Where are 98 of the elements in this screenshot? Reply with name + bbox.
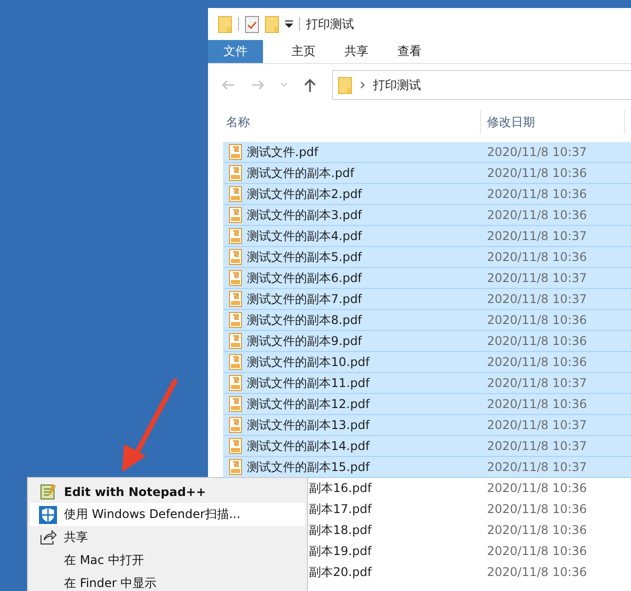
file-date: 2020/11/8 10:36 (487, 208, 587, 222)
file-row[interactable]: 测试文件的副本6.pdf 2020/11/8 10:37 (223, 268, 631, 289)
file-date: 2020/11/8 10:37 (487, 418, 587, 432)
pdf-file-icon (228, 165, 242, 181)
pdf-file-icon (228, 333, 242, 349)
file-name: 副本19.pdf (309, 542, 373, 560)
file-row[interactable]: 测试文件的副本10.pdf 2020/11/8 10:36 (223, 352, 631, 373)
file-name: 测试文件的副本2.pdf (247, 186, 364, 202)
pdf-file-icon (228, 291, 242, 307)
file-row[interactable]: 测试文件的副本3.pdf 2020/11/8 10:36 (223, 205, 631, 226)
file-name: 测试文件.pdf (247, 144, 320, 160)
file-date: 2020/11/8 10:36 (487, 544, 587, 558)
file-date: 2020/11/8 10:36 (487, 187, 587, 201)
file-date: 2020/11/8 10:37 (487, 145, 587, 159)
address-path: 打印测试 (373, 76, 421, 94)
file-row[interactable]: 测试文件的副本12.pdf 2020/11/8 10:36 (223, 394, 631, 415)
file-date: 2020/11/8 10:36 (487, 313, 587, 327)
folder-icon (338, 76, 352, 94)
file-date: 2020/11/8 10:36 (487, 334, 587, 348)
file-name: 测试文件的副本15.pdf (247, 458, 371, 476)
ribbon-tab[interactable]: 共享 (330, 40, 383, 63)
file-name: 副本20.pdf (309, 564, 373, 580)
pdf-file-icon (228, 396, 242, 412)
pdf-file-icon (228, 249, 242, 265)
menu-item[interactable]: 共享 (30, 526, 305, 549)
file-date: 2020/11/8 10:37 (487, 439, 587, 453)
pdf-file-icon (228, 312, 242, 328)
pdf-file-icon (228, 354, 242, 370)
file-row[interactable]: 测试文件的副本.pdf 2020/11/8 10:36 (223, 163, 631, 184)
pdf-file-icon (228, 270, 242, 286)
pdf-file-icon (228, 417, 242, 433)
file-row[interactable]: 测试文件.pdf 2020/11/8 10:37 (223, 142, 631, 163)
pdf-file-icon (228, 144, 242, 160)
pdf-file-icon (228, 438, 242, 454)
window-title: 打印测试 (306, 16, 354, 32)
file-date: 2020/11/8 10:37 (487, 460, 587, 474)
file-name: 测试文件的副本12.pdf (247, 396, 371, 412)
pdf-file-icon (228, 186, 242, 202)
column-header[interactable]: 修改日期 (481, 110, 625, 134)
file-row[interactable]: 测试文件的副本13.pdf 2020/11/8 10:37 (223, 415, 631, 436)
file-date: 2020/11/8 10:37 (487, 229, 587, 243)
ribbon-tab[interactable]: 查看 (383, 40, 436, 63)
file-row[interactable]: 测试文件的副本8.pdf 2020/11/8 10:36 (223, 310, 631, 331)
file-date: 2020/11/8 10:36 (487, 481, 587, 495)
file-name: 测试文件的副本6.pdf (247, 270, 364, 286)
file-name: 测试文件的副本10.pdf (247, 354, 371, 370)
file-name: 副本18.pdf (309, 522, 373, 538)
pdf-file-icon (228, 207, 242, 223)
file-date: 2020/11/8 10:36 (487, 397, 587, 411)
menu-item[interactable]: 在 Mac 中打开 (30, 549, 305, 572)
file-name: 测试文件的副本7.pdf (247, 290, 364, 308)
file-name: 副本16.pdf (309, 480, 373, 496)
file-date: 2020/11/8 10:36 (487, 166, 587, 180)
file-row[interactable]: 测试文件的副本15.pdf 2020/11/8 10:37 (223, 457, 631, 478)
file-name: 测试文件的副本14.pdf (247, 438, 371, 454)
folder-icon (218, 16, 232, 32)
dropdown-icon[interactable] (285, 20, 293, 28)
file-date: 2020/11/8 10:36 (487, 250, 587, 264)
file-name: 副本17.pdf (309, 500, 373, 518)
properties-icon[interactable] (245, 16, 259, 32)
ribbon-tab[interactable]: 文件 (208, 40, 263, 63)
menu-item[interactable]: 使用 Windows Defender扫描... (30, 503, 305, 526)
file-name: 测试文件的副本8.pdf (247, 312, 364, 328)
file-name: 测试文件的副本9.pdf (247, 332, 364, 350)
file-row[interactable]: 测试文件的副本11.pdf 2020/11/8 10:37 (223, 373, 631, 394)
file-date: 2020/11/8 10:37 (487, 292, 587, 306)
notepad-icon (40, 483, 56, 500)
file-row[interactable]: 测试文件的副本14.pdf 2020/11/8 10:37 (223, 436, 631, 457)
file-name: 测试文件的副本4.pdf (247, 228, 364, 244)
file-name: 测试文件的副本11.pdf (247, 374, 371, 392)
file-name: 测试文件的副本3.pdf (247, 206, 364, 224)
pdf-file-icon (228, 228, 242, 244)
file-date: 2020/11/8 10:37 (487, 376, 587, 390)
shield-icon (39, 506, 57, 524)
file-row[interactable]: 测试文件的副本9.pdf 2020/11/8 10:36 (223, 331, 631, 352)
file-date: 2020/11/8 10:37 (487, 271, 587, 285)
column-header[interactable]: 名称 (208, 110, 481, 134)
ribbon-tab[interactable]: 主页 (277, 40, 330, 63)
folder-icon (265, 16, 279, 32)
file-name: 测试文件的副本5.pdf (247, 248, 364, 266)
file-date: 2020/11/8 10:36 (487, 523, 587, 537)
file-row[interactable]: 测试文件的副本2.pdf 2020/11/8 10:36 (223, 184, 631, 205)
file-date: 2020/11/8 10:36 (487, 565, 587, 579)
file-row[interactable]: 测试文件的副本4.pdf 2020/11/8 10:37 (223, 226, 631, 247)
pdf-file-icon (228, 459, 242, 475)
address-bar[interactable]: 打印测试 (332, 70, 631, 100)
share-icon (40, 530, 56, 545)
file-date: 2020/11/8 10:36 (487, 502, 587, 516)
file-row[interactable]: 测试文件的副本5.pdf 2020/11/8 10:36 (223, 247, 631, 268)
file-date: 2020/11/8 10:36 (487, 355, 587, 369)
file-name: 测试文件的副本13.pdf (247, 416, 371, 434)
chevron-right-icon (360, 81, 365, 89)
up-arrow-icon[interactable] (302, 77, 318, 93)
menu-item[interactable]: 在 Finder 中显示 (30, 572, 305, 591)
file-name: 测试文件的副本.pdf (247, 164, 356, 182)
menu-item[interactable]: Edit with Notepad++ (30, 480, 305, 503)
pdf-file-icon (228, 375, 242, 391)
file-row[interactable]: 测试文件的副本7.pdf 2020/11/8 10:37 (223, 289, 631, 310)
